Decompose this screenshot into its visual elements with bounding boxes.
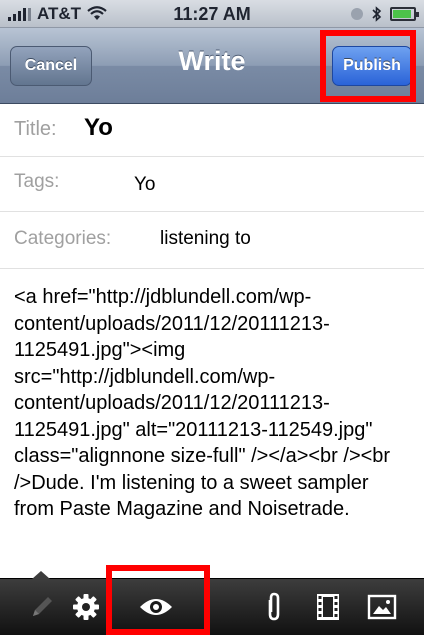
title-label: Title: [14, 118, 57, 140]
title-field[interactable]: Yo [84, 114, 113, 142]
tags-label: Tags: [14, 171, 60, 192]
publish-button[interactable]: Publish [332, 46, 412, 86]
bluetooth-icon [372, 6, 382, 22]
tags-row[interactable]: Tags: Yo [0, 157, 424, 212]
paperclip-icon[interactable] [254, 587, 294, 627]
categories-label: Categories: [14, 228, 112, 249]
categories-field[interactable]: listening to [160, 228, 251, 250]
image-icon[interactable] [362, 587, 402, 627]
tags-field[interactable]: Yo [134, 174, 156, 196]
categories-row[interactable]: Categories: listening to [0, 212, 424, 269]
bottom-toolbar [0, 571, 424, 635]
title-row[interactable]: Title: Yo [0, 104, 424, 157]
status-bar: AT&T 11:27 AM [0, 0, 424, 28]
eye-icon[interactable] [136, 587, 176, 627]
location-icon [351, 8, 363, 20]
post-body-textarea[interactable]: <a href="http://jdblundell.com/wp-conten… [14, 284, 414, 523]
film-icon[interactable] [308, 587, 348, 627]
selected-tab-indicator [32, 571, 50, 579]
pencil-icon[interactable] [22, 587, 62, 627]
navigation-bar: Cancel Write Publish [0, 28, 424, 104]
status-right [350, 6, 419, 22]
gear-icon[interactable] [66, 587, 106, 627]
battery-icon [390, 7, 419, 21]
